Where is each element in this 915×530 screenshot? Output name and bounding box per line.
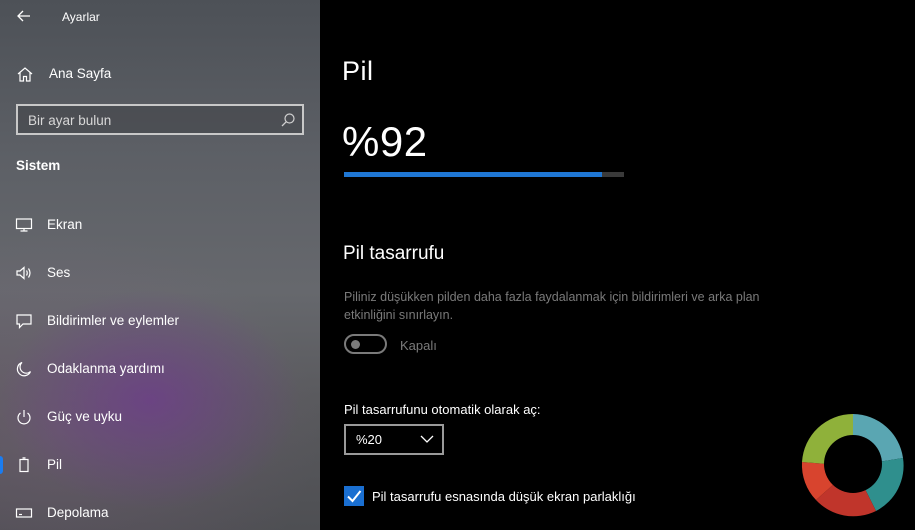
- back-arrow-icon: [17, 10, 30, 22]
- title-bar: Ayarlar: [0, 0, 320, 34]
- sidebar-home-label: Ana Sayfa: [49, 66, 112, 81]
- chevron-down-icon: [420, 435, 434, 443]
- notification-icon: [16, 314, 32, 329]
- speaker-icon: [16, 266, 31, 280]
- sidebar-item-guc[interactable]: Güç ve uyku: [0, 397, 320, 437]
- sidebar-item-depolama[interactable]: Depolama: [0, 493, 320, 530]
- saver-description: Piliniz düşükken pilden daha fazla fayda…: [344, 290, 760, 322]
- sidebar-item-label: Ses: [47, 265, 71, 280]
- checkmark-icon: [347, 490, 362, 503]
- auto-saver-threshold-dropdown[interactable]: %20: [344, 424, 444, 455]
- back-button[interactable]: [10, 4, 38, 28]
- sidebar-item-label: Bildirimler ve eylemler: [47, 313, 180, 328]
- sidebar-item-pil[interactable]: Pil: [0, 445, 320, 485]
- section-title: Sistem: [16, 158, 61, 173]
- sidebar-item-bildirimler[interactable]: Bildirimler ve eylemler: [0, 301, 320, 341]
- sidebar-item-label: Güç ve uyku: [47, 409, 123, 424]
- page-title: Pil: [342, 56, 374, 86]
- sidebar-item-home[interactable]: Ana Sayfa: [0, 58, 320, 90]
- dropdown-value: %20: [356, 432, 383, 447]
- battery-percent: %92: [342, 118, 428, 165]
- home-icon: [17, 67, 33, 82]
- low-brightness-label: Pil tasarrufu esnasında düşük ekran parl…: [372, 489, 636, 504]
- sidebar-item-ekran[interactable]: Ekran: [0, 205, 320, 245]
- battery-level-bar: [344, 172, 624, 177]
- toggle-knob: [351, 340, 360, 349]
- search-input[interactable]: [28, 111, 268, 129]
- storage-icon: [15, 508, 33, 518]
- monitor-icon: [15, 218, 33, 232]
- battery-icon: [19, 457, 29, 473]
- saver-section-title: Pil tasarrufu: [343, 243, 445, 264]
- sidebar-item-label: Pil: [47, 457, 63, 472]
- toggle-state-label: Kapalı: [400, 338, 437, 353]
- power-icon: [17, 410, 31, 425]
- sidebar-item-label: Ekran: [47, 217, 83, 232]
- battery-level-fill: [344, 172, 602, 177]
- sidebar-item-ses[interactable]: Ses: [0, 253, 320, 293]
- search-box[interactable]: [16, 104, 304, 135]
- sidebar: Ayarlar Ana Sayfa Sistem Ekran Ses: [0, 0, 320, 530]
- sidebar-item-label: Depolama: [47, 505, 109, 520]
- search-icon[interactable]: [280, 112, 296, 128]
- auto-saver-label: Pil tasarrufunu otomatik olarak aç:: [344, 402, 541, 417]
- main-content: Pil %92 Pil tasarrufu Piliniz düşükken p…: [320, 0, 915, 530]
- selection-indicator: [0, 456, 3, 474]
- low-brightness-checkbox[interactable]: [344, 486, 364, 506]
- sidebar-item-odaklanma[interactable]: Odaklanma yardımı: [0, 349, 320, 389]
- battery-saver-toggle[interactable]: [344, 334, 387, 354]
- sidebar-item-label: Odaklanma yardımı: [47, 361, 165, 376]
- moon-icon: [16, 361, 32, 377]
- app-title: Ayarlar: [62, 10, 100, 24]
- watermark-ring-icon: [801, 413, 904, 517]
